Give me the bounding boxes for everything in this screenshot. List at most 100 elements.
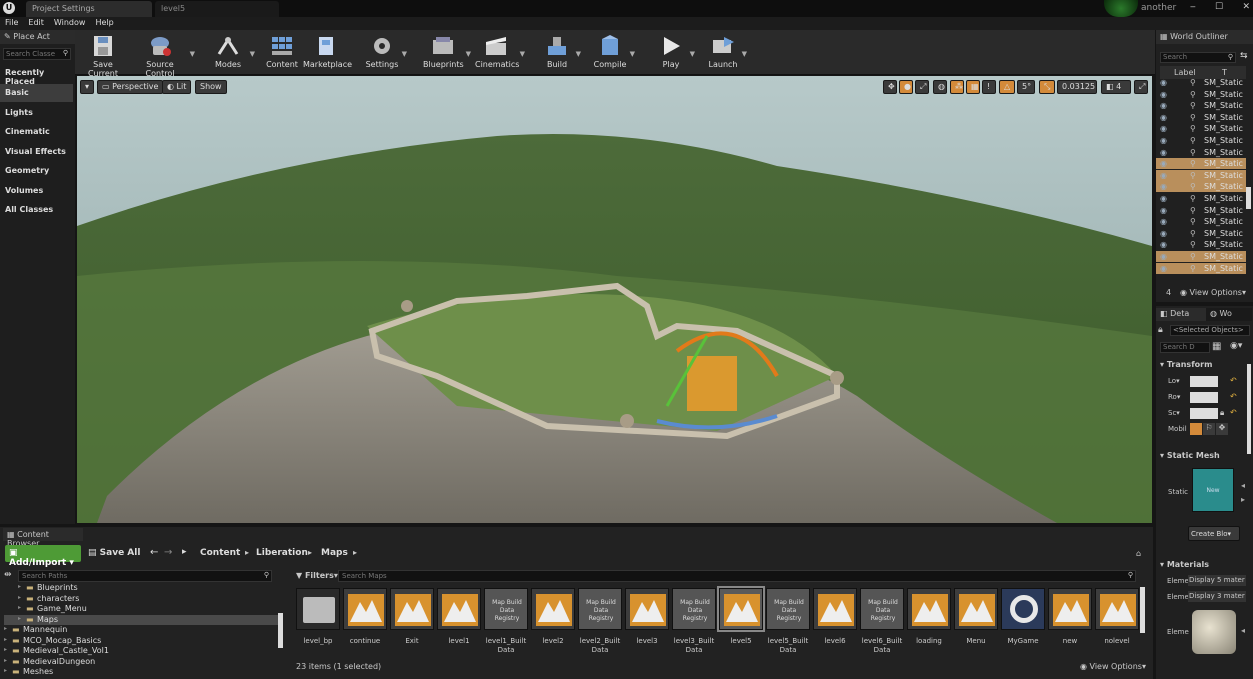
folder-tree-item[interactable]: ▸ ▬ Meshes <box>4 667 279 677</box>
expand-arrow-icon[interactable]: ▸ <box>18 604 21 611</box>
outliner-row[interactable]: ◉ ⚲ SM_Static <box>1156 112 1246 123</box>
folder-tree-item[interactable]: ▸ ▬ Game_Menu <box>4 604 279 614</box>
asset-thumbnail[interactable] <box>1095 588 1139 630</box>
outliner-row[interactable]: ◉ ⚲ SM_Static <box>1156 251 1246 262</box>
eye-icon[interactable]: ◉ <box>1160 217 1167 226</box>
dropdown-arrow-icon[interactable]: ▼ <box>466 50 471 58</box>
save-all-button[interactable]: ▤ Save All <box>88 548 140 558</box>
breadcrumb-maps[interactable]: Maps <box>321 548 348 558</box>
outliner-row[interactable]: ◉ ⚲ SM_Static <box>1156 77 1246 88</box>
scale-lock-icon[interactable]: 🔒︎ <box>1220 408 1224 418</box>
place-search-input[interactable]: Search Classe ⚲ <box>3 48 71 60</box>
lock-icon[interactable]: 🔒︎ <box>1158 325 1163 335</box>
content-button[interactable]: Content <box>265 32 299 72</box>
surface-snap-icon[interactable]: ⁂ <box>950 80 964 94</box>
asset-thumbnail[interactable] <box>343 588 387 630</box>
place-actors-tab[interactable]: ✎ Place Act <box>0 30 75 44</box>
forward-arrow-icon[interactable]: → <box>164 547 172 558</box>
compile-button[interactable]: Compile ▼ <box>593 32 635 72</box>
place-item-all-classes[interactable]: All Classes <box>0 201 73 219</box>
marketplace-button[interactable]: Marketplace <box>303 32 352 72</box>
outliner-settings-icon[interactable]: ⇆ <box>1240 51 1248 61</box>
place-item-volumes[interactable]: Volumes <box>0 182 73 200</box>
dropdown-arrow-icon[interactable]: ▼ <box>250 50 255 58</box>
folder-tree-item[interactable]: ▸ ▬ Blueprints <box>4 583 279 593</box>
browse-arrow-icon[interactable]: ▸ <box>1241 495 1245 504</box>
build-button[interactable]: Build ▼ <box>541 32 581 72</box>
asset-thumbnail[interactable]: Map Build Data Registry <box>766 588 810 630</box>
maximize-viewport-icon[interactable]: ⤢ <box>1134 80 1148 94</box>
close-icon[interactable]: ✕ <box>1242 2 1250 12</box>
place-item-visual-effects[interactable]: Visual Effects <box>0 143 73 161</box>
minimize-icon[interactable]: ‒ <box>1190 2 1196 12</box>
save-current-button[interactable]: Save Current <box>79 32 127 78</box>
expand-arrow-icon[interactable]: ▸ <box>4 636 7 643</box>
material-thumbnail[interactable] <box>1192 610 1236 654</box>
eye-icon[interactable]: ◉ <box>1160 206 1167 215</box>
sources-toggle-icon[interactable]: ⇹ <box>4 570 12 580</box>
expand-arrow-icon[interactable]: ▸ <box>4 625 7 632</box>
details-scrollbar[interactable] <box>1247 364 1251 454</box>
asset-thumbnail[interactable] <box>531 588 575 630</box>
eye-icon[interactable]: ◉ <box>1160 264 1167 273</box>
tab-level5[interactable]: level5 <box>155 1 279 17</box>
add-import-button[interactable]: ▣ Add/Import ▾ <box>5 545 81 568</box>
reset-arrow-icon[interactable]: ↶ <box>1230 408 1237 417</box>
create-blueprint-button[interactable]: Create Blo▾ <box>1188 526 1240 541</box>
tree-scrollbar[interactable] <box>278 613 283 648</box>
folder-tree-item[interactable]: ▸ ▬ MCO_Mocap_Basics <box>4 636 279 646</box>
translate-icon[interactable]: ✥ <box>883 80 897 94</box>
eye-icon[interactable]: ◉ <box>1160 148 1167 157</box>
search-paths-input[interactable]: Search Paths ⚲ <box>18 570 272 582</box>
materials-section-header[interactable]: ▾ Materials <box>1160 560 1209 569</box>
filters-button[interactable]: ▼ Filters▾ <box>296 571 338 580</box>
outliner-row[interactable]: ◉ ⚲ SM_Static <box>1156 193 1246 204</box>
asset-thumbnail[interactable] <box>1001 588 1045 630</box>
play-button[interactable]: Play ▼ <box>655 32 695 72</box>
eye-icon[interactable]: ◉ <box>1160 171 1167 180</box>
asset-thumbnail[interactable] <box>1048 588 1092 630</box>
folder-tree-item[interactable]: ▸ ▬ Maps <box>4 614 279 625</box>
reset-arrow-icon[interactable]: ↶ <box>1230 376 1237 385</box>
asset-thumbnail[interactable] <box>390 588 434 630</box>
menu-edit[interactable]: Edit <box>23 17 49 28</box>
eye-icon[interactable]: ◉ <box>1160 159 1167 168</box>
outliner-scrollbar[interactable] <box>1246 187 1251 209</box>
expand-arrow-icon[interactable]: ▸ <box>4 657 7 664</box>
asset-thumbnail[interactable] <box>296 588 340 630</box>
outliner-row[interactable]: ◉ ⚲ SM_Static <box>1156 89 1246 100</box>
source-control-button[interactable]: Source Control ▼ <box>133 32 195 78</box>
expand-arrow-icon[interactable]: ▸ <box>4 646 7 653</box>
eye-icon[interactable]: ◉ <box>1160 240 1167 249</box>
dropdown-arrow-icon[interactable]: ▼ <box>402 50 407 58</box>
content-browser-tab[interactable]: ▦ Content Browser <box>3 528 83 548</box>
scale-snap-value[interactable]: 0.03125 <box>1057 80 1097 94</box>
expand-arrow-icon[interactable]: ▸ <box>18 594 21 601</box>
eye-icon[interactable]: ◉ <box>1160 194 1167 203</box>
level-viewport[interactable]: ▾ ▭ Perspective ◐ Lit Show ✥ ● ⤢ ◍ ⁂ ▦ !… <box>77 76 1152 523</box>
modes-button[interactable]: Modes ▼ <box>209 32 255 72</box>
place-item-recently-placed[interactable]: Recently Placed <box>0 64 73 86</box>
scale-icon[interactable]: ⤢ <box>915 80 929 94</box>
folder-tree-item[interactable]: ▸ ▬ MedievalDungeon <box>4 657 279 667</box>
menu-help[interactable]: Help <box>90 17 118 28</box>
outliner-row[interactable]: ◉ ⚲ SM_Static <box>1156 262 1246 274</box>
expand-arrow-icon[interactable]: ▸ <box>18 583 21 590</box>
grid-size-icon[interactable]: ! <box>982 80 996 94</box>
material-dropdown[interactable]: Display 5 mater <box>1188 575 1246 586</box>
rotation-fields[interactable] <box>1190 392 1218 403</box>
label-column-header[interactable]: Label <box>1174 68 1196 77</box>
view-options-eye-icon[interactable]: ◉▾ <box>1230 341 1242 351</box>
eye-icon[interactable]: ◉ <box>1160 136 1167 145</box>
world-outliner-tab[interactable]: ▦ World Outliner <box>1156 30 1253 44</box>
type-column-header[interactable]: T <box>1222 68 1227 77</box>
mobility-stationary-button[interactable]: ⚐ <box>1203 423 1215 435</box>
material-dropdown[interactable]: Display 3 mater <box>1188 591 1246 602</box>
dropdown-arrow-icon[interactable]: ▼ <box>190 50 195 58</box>
scale-label[interactable]: Sc▾ <box>1168 409 1180 417</box>
eye-icon[interactable]: ◉ <box>1160 229 1167 238</box>
scale-fields[interactable] <box>1190 408 1218 419</box>
outliner-row[interactable]: ◉ ⚲ SM_Static <box>1156 123 1246 134</box>
dropdown-arrow-icon[interactable]: ▼ <box>576 50 581 58</box>
static-mesh-thumbnail[interactable]: New <box>1192 468 1234 512</box>
